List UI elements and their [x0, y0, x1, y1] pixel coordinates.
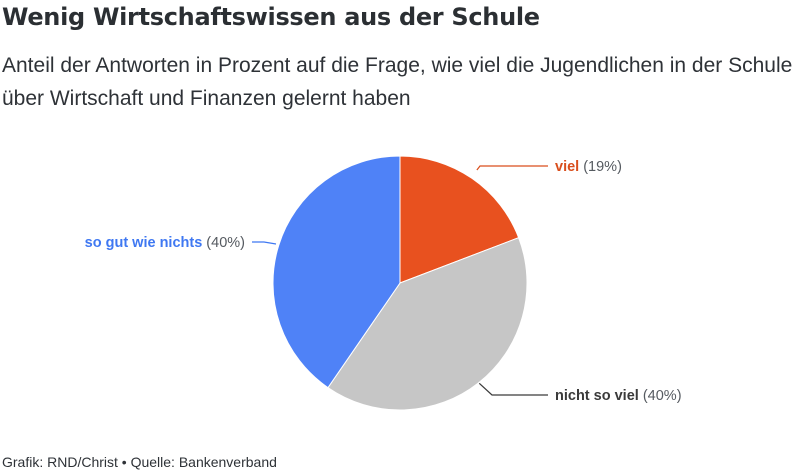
- slice-label-nicht-so-viel: nicht so viel (40%): [555, 388, 682, 404]
- leader-line-viel: [476, 165, 548, 171]
- slice-label-so-gut-wie-nichts: so gut wie nichts (40%): [85, 235, 245, 251]
- source-footer: Grafik: RND/Christ • Quelle: Bankenverba…: [2, 454, 277, 470]
- leader-line-nicht-so-viel: [478, 382, 548, 396]
- pie-chart: viel (19%) nicht so viel (40%) so gut wie …: [85, 155, 682, 411]
- slice-label-viel: viel (19%): [555, 159, 622, 175]
- pie-slices: [272, 155, 528, 411]
- leader-line-so-gut-wie-nichts: [252, 241, 277, 245]
